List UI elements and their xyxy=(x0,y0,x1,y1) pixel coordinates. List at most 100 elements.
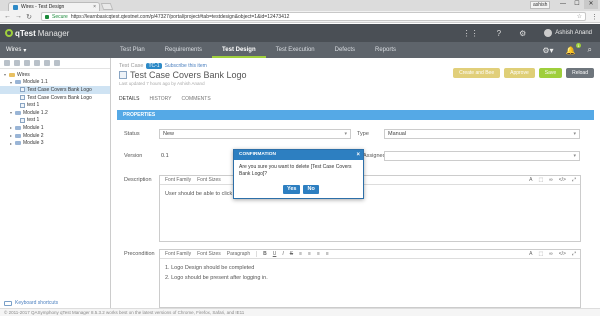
image-icon[interactable]: ⬚ xyxy=(538,177,543,183)
tree-node-module[interactable]: ▾ Module 1.1 xyxy=(0,79,110,87)
tree-toolbar xyxy=(0,58,110,69)
reload-button[interactable]: Reload xyxy=(566,68,594,78)
gear-icon[interactable]: ⚙▾ xyxy=(542,46,553,55)
link-icon[interactable]: ∞ xyxy=(549,177,553,183)
tab-test-plan[interactable]: Test Plan xyxy=(110,42,155,58)
save-button[interactable]: Save xyxy=(538,68,563,78)
bell-icon[interactable]: 🔔 1 xyxy=(566,42,581,55)
tree-node-module[interactable]: ▸ Module 2 xyxy=(0,132,110,140)
user-name: Ashish Anand xyxy=(555,30,592,36)
tab-requirements[interactable]: Requirements xyxy=(155,42,212,58)
font-family-select[interactable]: Font Family xyxy=(165,177,191,183)
keyboard-shortcuts-link[interactable]: Keyboard shortcuts xyxy=(4,300,58,306)
help-icon[interactable]: ? xyxy=(497,29,501,38)
yes-button[interactable]: Yes xyxy=(283,185,301,194)
refresh-icon[interactable]: ↻ xyxy=(26,13,32,21)
strikethrough-icon[interactable]: S xyxy=(290,251,293,257)
user-menu[interactable]: Ashish Anand xyxy=(544,29,592,37)
approve-button[interactable]: Approve xyxy=(504,68,535,78)
italic-icon[interactable]: I xyxy=(282,251,283,257)
expand-icon[interactable]: ▸ xyxy=(9,133,13,138)
subscribe-link[interactable]: Subscribe this item xyxy=(165,63,207,69)
image-icon[interactable]: ⬚ xyxy=(538,251,543,257)
tree-node-testcase[interactable]: test 1 xyxy=(0,117,110,125)
import-icon[interactable] xyxy=(44,60,50,66)
tree-node-root[interactable]: ▾ Wires xyxy=(0,71,110,79)
no-button[interactable]: No xyxy=(303,185,319,194)
font-sizes-select[interactable]: Font Sizes xyxy=(197,177,221,183)
module-icon xyxy=(15,80,21,85)
status-select[interactable]: New ▾ xyxy=(159,129,351,139)
align-left-icon[interactable]: ≡ xyxy=(299,251,302,257)
tree-node-testcase[interactable]: test 1 xyxy=(0,101,110,109)
dialog-close-icon[interactable]: × xyxy=(356,150,360,160)
url-text: https://learnbasicqtest.qtestnet.com/p/4… xyxy=(70,13,290,20)
description-editor[interactable]: Font Family Font Sizes A ⬚ ∞ </> ⤢ User … xyxy=(159,175,581,242)
font-color-icon[interactable]: A xyxy=(529,177,532,183)
font-color-icon[interactable]: A xyxy=(529,251,532,257)
collapse-icon[interactable]: ▾ xyxy=(9,110,13,115)
new-tab-button[interactable] xyxy=(100,3,114,10)
browser-menu-icon[interactable]: ⋮ xyxy=(591,13,598,21)
maximize-button[interactable]: ☐ xyxy=(570,0,584,9)
paragraph-select[interactable]: Paragraph xyxy=(227,251,250,257)
tab-comments[interactable]: COMMENTS xyxy=(182,96,211,102)
align-justify-icon[interactable]: ≡ xyxy=(326,251,329,257)
code-icon[interactable]: </> xyxy=(559,177,566,183)
tab-details[interactable]: DETAILS xyxy=(119,96,139,102)
code-icon[interactable]: </> xyxy=(559,251,566,257)
fullscreen-icon[interactable]: ⤢ xyxy=(572,251,576,257)
tab-reports[interactable]: Reports xyxy=(365,42,406,58)
underline-icon[interactable]: U xyxy=(273,251,277,257)
font-family-select[interactable]: Font Family xyxy=(165,251,191,257)
expand-icon[interactable]: ▸ xyxy=(9,141,13,146)
filter-icon[interactable] xyxy=(34,60,40,66)
profile-badge[interactable]: ashish xyxy=(530,1,551,9)
tab-test-execution[interactable]: Test Execution xyxy=(266,42,325,58)
properties-header[interactable]: PROPERTIES xyxy=(117,110,594,120)
minimize-button[interactable]: — xyxy=(556,0,570,9)
qtest-logo[interactable]: qTest Manager xyxy=(5,29,69,38)
expand-icon[interactable]: ▸ xyxy=(9,125,13,130)
tab-test-design[interactable]: Test Design xyxy=(212,42,266,58)
type-select[interactable]: Manual ▾ xyxy=(384,129,580,139)
favicon-icon xyxy=(13,4,18,10)
tree-node-module[interactable]: ▸ Module 1 xyxy=(0,124,110,132)
new-module-icon[interactable] xyxy=(4,60,10,66)
browser-tab[interactable]: Wires - Test Design × xyxy=(8,2,100,11)
font-sizes-select[interactable]: Font Sizes xyxy=(197,251,221,257)
tree-node-module[interactable]: ▸ Module 3 xyxy=(0,139,110,147)
tree-node-testcase[interactable]: Test Case Covers Bank Logo xyxy=(0,94,110,102)
tab-defects[interactable]: Defects xyxy=(325,42,365,58)
tree-node-module[interactable]: ▾ Module 1.2 xyxy=(0,109,110,117)
close-window-button[interactable]: ✕ xyxy=(584,0,598,9)
collapse-icon[interactable]: ▾ xyxy=(3,72,7,77)
new-testcase-icon[interactable] xyxy=(14,60,20,66)
qtest-logo-icon xyxy=(5,29,13,37)
url-field[interactable]: Secure https://learnbasicqtest.qtestnet.… xyxy=(41,12,586,21)
settings-icon[interactable]: ⚙ xyxy=(519,29,526,38)
bold-icon[interactable]: B xyxy=(263,251,267,257)
assigned-select[interactable]: ▾ xyxy=(384,151,580,161)
tab-title: Wires - Test Design xyxy=(21,4,65,10)
fullscreen-icon[interactable]: ⤢ xyxy=(572,177,576,183)
link-icon[interactable]: ∞ xyxy=(549,251,553,257)
create-and-bee-button[interactable]: Create and Bee xyxy=(453,68,501,78)
back-icon[interactable]: ← xyxy=(4,13,11,20)
delete-icon[interactable] xyxy=(24,60,30,66)
collapse-icon[interactable]: ▾ xyxy=(9,80,13,85)
project-selector[interactable]: Wires ▾ xyxy=(6,42,26,58)
test-case-id-badge: TC-1 xyxy=(146,63,162,69)
dialog-message: Are you sure you want to delete [Test Ca… xyxy=(239,164,352,177)
close-tab-icon[interactable]: × xyxy=(93,4,96,10)
search-icon[interactable]: ⌕ xyxy=(588,45,592,55)
precondition-editor[interactable]: Font Family Font Sizes Paragraph B U I S… xyxy=(159,249,581,308)
align-right-icon[interactable]: ≡ xyxy=(317,251,320,257)
export-icon[interactable] xyxy=(54,60,60,66)
tab-history[interactable]: HISTORY xyxy=(149,96,171,102)
apps-grid-icon[interactable]: ⋮⋮ xyxy=(463,29,479,38)
align-center-icon[interactable]: ≡ xyxy=(308,251,311,257)
forward-icon[interactable]: → xyxy=(15,13,22,20)
tree-node-testcase-selected[interactable]: Test Case Covers Bank Logo xyxy=(0,86,110,94)
bookmark-star-icon[interactable]: ☆ xyxy=(577,13,582,20)
